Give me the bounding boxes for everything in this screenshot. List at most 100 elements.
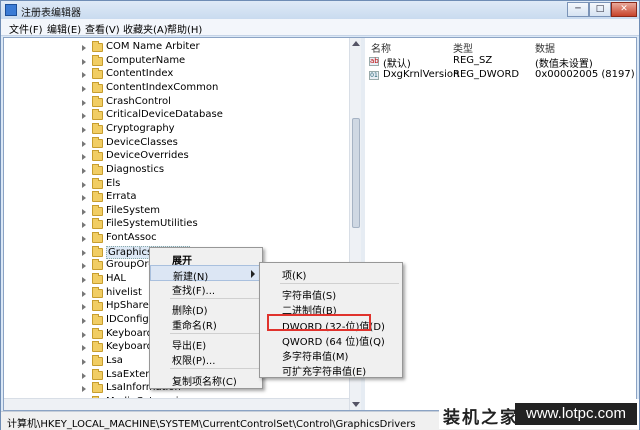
menu-item-expand[interactable]: 展开 xyxy=(150,250,262,267)
value-name: DxgKrnlVersion xyxy=(383,69,460,80)
expand-arrow-icon[interactable] xyxy=(82,181,86,188)
expand-arrow-icon[interactable] xyxy=(82,304,86,311)
menu-view[interactable]: 查看(V) xyxy=(85,21,120,36)
menu-item-permissions[interactable]: 权限(P)... xyxy=(150,350,262,367)
maximize-button[interactable]: □ xyxy=(589,2,611,17)
registry-editor-window: 注册表编辑器 ─ □ ✕ 文件(F) 编辑(E) 查看(V) 收藏夹(A) 帮助… xyxy=(0,0,640,430)
folder-icon xyxy=(92,273,103,285)
menu-bar: 文件(F) 编辑(E) 查看(V) 收藏夹(A) 帮助(H) xyxy=(1,19,639,36)
expand-arrow-icon[interactable] xyxy=(82,222,86,229)
expand-arrow-icon[interactable] xyxy=(82,331,86,338)
expand-arrow-icon[interactable] xyxy=(82,99,86,106)
menu-help[interactable]: 帮助(H) xyxy=(167,21,202,36)
menu-item-export[interactable]: 导出(E) xyxy=(150,335,262,352)
folder-icon xyxy=(92,232,103,244)
tree-item[interactable]: FontAssoc xyxy=(82,232,352,246)
tree-item[interactable]: DeviceClasses xyxy=(82,136,352,151)
folder-icon xyxy=(92,150,103,162)
current-key-path: 计算机\HKEY_LOCAL_MACHINE\SYSTEM\CurrentCon… xyxy=(7,419,416,430)
tree-horizontal-scrollbar[interactable] xyxy=(4,398,349,410)
menu-separator xyxy=(280,283,399,284)
expand-arrow-icon[interactable] xyxy=(82,72,86,79)
expand-arrow-icon[interactable] xyxy=(82,358,86,365)
expand-arrow-icon[interactable] xyxy=(82,126,86,133)
menu-favorites[interactable]: 收藏夹(A) xyxy=(123,21,168,36)
submenu-item-string-value[interactable]: 字符串值(S) xyxy=(260,285,402,302)
tree-item[interactable]: ComputerName xyxy=(82,54,352,69)
menu-item-find[interactable]: 查找(F)... xyxy=(150,280,262,297)
title-bar: 注册表编辑器 ─ □ ✕ xyxy=(1,1,639,19)
menu-item-rename[interactable]: 重命名(R) xyxy=(150,315,262,332)
folder-icon xyxy=(92,368,103,380)
site-watermark: 装机之家 www.lotpc.com xyxy=(439,399,639,429)
tree-item[interactable]: FileSystemUtilities xyxy=(82,218,352,232)
menu-file[interactable]: 文件(F) xyxy=(9,21,43,36)
menu-item-delete[interactable]: 删除(D) xyxy=(150,300,262,317)
folder-icon xyxy=(92,81,103,93)
menu-separator xyxy=(170,298,259,299)
value-row[interactable]: 01 DxgKrnlVersion REG_DWORD 0x00002005 (… xyxy=(365,69,636,83)
expand-arrow-icon[interactable] xyxy=(82,85,86,92)
tree-item[interactable]: DeviceOverrides xyxy=(82,150,352,164)
submenu-item-expandable-string-value[interactable]: 可扩充字符串值(E) xyxy=(260,361,402,378)
menu-item-copy-key-name[interactable]: 复制项名称(C) xyxy=(150,371,262,388)
tree-item[interactable]: ContentIndexCommon xyxy=(82,81,352,96)
expand-arrow-icon[interactable] xyxy=(82,154,86,161)
tree-item-label: CriticalDeviceDatabase xyxy=(106,109,223,121)
folder-icon xyxy=(92,327,103,339)
tree-item[interactable]: FileSystem xyxy=(82,204,352,219)
expand-arrow-icon[interactable] xyxy=(82,263,86,270)
folder-icon xyxy=(92,177,103,189)
tree-item[interactable]: Cryptography xyxy=(82,122,352,137)
expand-arrow-icon[interactable] xyxy=(82,167,86,174)
folder-icon xyxy=(92,300,103,312)
expand-arrow-icon[interactable] xyxy=(82,372,86,379)
column-header-name[interactable]: 名称 xyxy=(371,40,391,55)
tree-item-label: ContentIndexCommon xyxy=(106,81,219,93)
tree-item-label: FileSystemUtilities xyxy=(106,218,198,230)
folder-icon xyxy=(92,54,103,66)
value-type: REG_DWORD xyxy=(453,69,520,80)
tree-item[interactable]: Errata xyxy=(82,191,352,205)
tree-item[interactable]: Els xyxy=(82,177,352,192)
tree-item[interactable]: Diagnostics xyxy=(82,163,352,178)
tree-item[interactable]: ContentIndex xyxy=(82,68,352,82)
expand-arrow-icon[interactable] xyxy=(82,290,86,297)
expand-arrow-icon[interactable] xyxy=(82,140,86,147)
column-header-type[interactable]: 类型 xyxy=(453,40,473,55)
expand-arrow-icon[interactable] xyxy=(82,277,86,284)
tree-item-label: DeviceOverrides xyxy=(106,150,189,162)
watermark-text: 装机之家 xyxy=(443,408,519,428)
expand-arrow-icon[interactable] xyxy=(82,386,86,393)
expand-arrow-icon[interactable] xyxy=(82,345,86,352)
close-button[interactable]: ✕ xyxy=(611,2,637,17)
column-header-data[interactable]: 数据 xyxy=(535,40,555,55)
folder-icon xyxy=(92,41,103,52)
expand-arrow-icon[interactable] xyxy=(82,58,86,65)
expand-arrow-icon[interactable] xyxy=(82,318,86,324)
tree-item-label: Els xyxy=(106,177,121,189)
value-type: REG_SZ xyxy=(453,55,493,66)
tree-item[interactable]: COM Name Arbiter xyxy=(82,41,352,55)
submenu-item-qword-value[interactable]: QWORD (64 位)值(Q) xyxy=(260,331,402,348)
scroll-down-arrow-icon[interactable] xyxy=(352,402,360,407)
expand-arrow-icon[interactable] xyxy=(82,113,86,120)
expand-arrow-icon[interactable] xyxy=(82,195,86,202)
expand-arrow-icon[interactable] xyxy=(82,208,86,215)
value-row[interactable]: ab (默认) REG_SZ (数值未设置) xyxy=(365,55,636,70)
folder-icon xyxy=(92,204,103,216)
scroll-thumb[interactable] xyxy=(352,118,360,228)
watermark-url: www.lotpc.com xyxy=(515,403,637,425)
menu-edit[interactable]: 编辑(E) xyxy=(47,21,81,36)
expand-arrow-icon[interactable] xyxy=(82,249,86,256)
folder-icon xyxy=(92,218,103,230)
submenu-item-multi-string-value[interactable]: 多字符串值(M) xyxy=(260,346,402,363)
tree-item[interactable]: CrashControl xyxy=(82,95,352,110)
submenu-item-key[interactable]: 项(K) xyxy=(260,265,402,282)
expand-arrow-icon[interactable] xyxy=(82,45,86,51)
scroll-up-arrow-icon[interactable] xyxy=(352,41,360,46)
tree-item[interactable]: CriticalDeviceDatabase xyxy=(82,109,352,123)
minimize-button[interactable]: ─ xyxy=(567,2,589,17)
expand-arrow-icon[interactable] xyxy=(82,236,86,243)
menu-item-new[interactable]: 新建(N) xyxy=(150,265,262,283)
